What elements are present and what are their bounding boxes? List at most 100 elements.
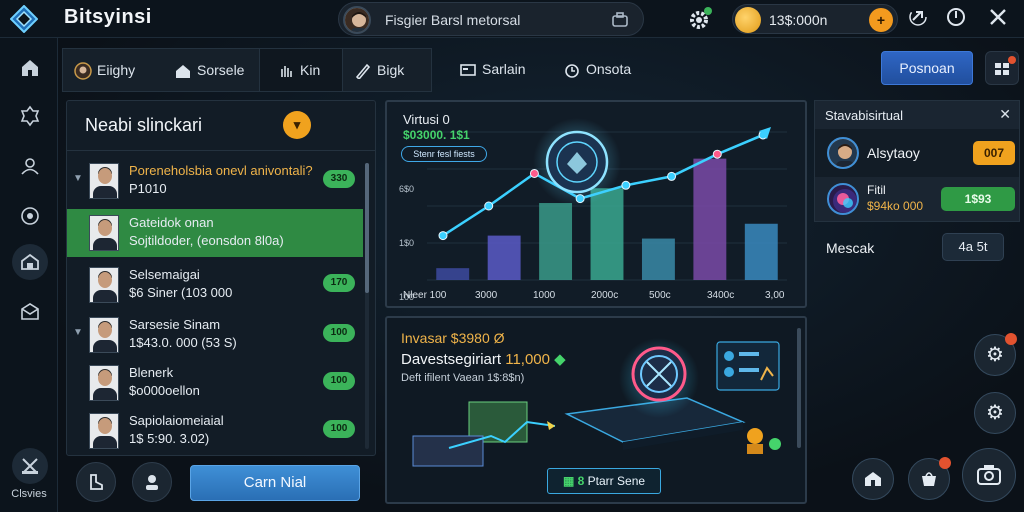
cta-button[interactable]: Carn Nial <box>190 465 360 501</box>
top-bar: Bitsyinsi Fisgier Barsl metorsal 13$:000… <box>0 0 1024 38</box>
chart-tag[interactable]: Stenr fesl fiests <box>401 146 487 162</box>
score-badge: 007 <box>973 141 1015 165</box>
list-item-subtitle: P1010 <box>129 181 167 196</box>
tab-label: Sorsele <box>197 62 245 78</box>
notification-dot <box>939 457 951 469</box>
user-profile-pill[interactable]: Fisgier Barsl metorsal <box>338 2 644 36</box>
chevron-down-icon[interactable]: ▼ <box>73 327 83 338</box>
chart-bar <box>590 188 624 280</box>
avatar <box>89 163 119 199</box>
list-item[interactable]: ▼ Sarsesie Sinam 1$43.0. 000 (53 S) 100 <box>67 311 363 359</box>
leaderboard-row[interactable]: Fitil $94ko 000 1$93 <box>815 177 1019 221</box>
gear-icon: ⚙ <box>986 344 1004 366</box>
cash-icon: ◆ <box>554 351 566 368</box>
boot-icon[interactable] <box>76 462 116 502</box>
settings-button[interactable]: ⚙ <box>974 392 1016 434</box>
leaderboard-name: Alsytaoy <box>867 145 920 161</box>
shop-button[interactable] <box>908 457 951 500</box>
nav-home-icon[interactable] <box>12 50 48 86</box>
chart-x-tick: 500c <box>649 290 671 301</box>
tab-onsota[interactable]: Onsota <box>562 48 662 90</box>
close-icon[interactable] <box>986 6 1010 30</box>
leaderboard-subvalue: $94ko 000 <box>867 199 924 213</box>
chevron-down-icon[interactable]: ▼ <box>73 173 83 184</box>
list-item[interactable]: Blenerk $o000oellon 100 <box>67 359 363 407</box>
chart-x-tick: 3400c <box>707 290 734 301</box>
hand-icon <box>276 49 296 91</box>
promo-line-2-text: Davestsegiriart <box>401 351 502 368</box>
scroll-thumb[interactable] <box>365 163 369 293</box>
pen-icon <box>353 49 373 91</box>
tab-home[interactable]: Sorsele <box>173 49 257 91</box>
coin-icon <box>735 7 761 33</box>
list-item[interactable]: Selsemaigai $6 Siner (103 000 170 <box>67 261 363 309</box>
list-item-subtitle: $6 Siner (103 000 <box>129 285 233 300</box>
chart-y-tick: 6$0 <box>399 184 414 194</box>
grid-menu-button[interactable] <box>985 51 1019 85</box>
list-item-selected[interactable]: Gateidok onan Sojtildoder, (eonsdon 8l0a… <box>67 209 363 257</box>
promo-line-1: Invasar $3980 Ø <box>401 330 505 346</box>
tab-sarlain[interactable]: Sarlain <box>458 48 558 90</box>
list-item-title: Sapiolaiomeiaial <box>129 413 224 428</box>
chart-point <box>621 180 631 190</box>
tab-label: Bigk <box>377 62 405 78</box>
status-badge: 170 <box>323 274 355 292</box>
link-icon[interactable] <box>906 6 930 30</box>
avatar <box>89 365 119 401</box>
wallet-balance[interactable]: 13$:000n + <box>732 4 898 34</box>
briefcase-icon[interactable] <box>611 11 629 29</box>
promo-line-2-value: 11,000 <box>505 351 550 368</box>
chart-x-tick: 2000c <box>591 290 618 301</box>
chart-bar <box>487 235 521 280</box>
status-badge: 100 <box>323 372 355 390</box>
list-item-subtitle: Sojtildoder, (eonsdon 8l0a) <box>129 233 284 248</box>
info-icon[interactable] <box>944 6 968 30</box>
add-funds-button[interactable]: + <box>869 8 893 32</box>
list-item-title: Gateidok onan <box>129 215 214 230</box>
close-icon[interactable]: ✕ <box>999 106 1011 123</box>
settings-badge-button[interactable]: ⚙ <box>974 333 1017 376</box>
camera-button[interactable] <box>962 448 1016 502</box>
settings-gear-icon[interactable] <box>686 5 714 33</box>
promo-action-button[interactable]: ▦ 8 Ptarr Sene <box>547 468 661 494</box>
list-item[interactable]: ▼ Poreneholsbia onevl anivontali? P1010 … <box>67 157 363 205</box>
list-item-title: Sarsesie Sinam <box>129 317 221 332</box>
list-icon <box>458 48 478 90</box>
leaderboard-title: Stavabisirtual <box>825 108 904 123</box>
list-item-subtitle: 1$ 5:90. 3.02) <box>129 431 210 446</box>
nav-badge-icon[interactable] <box>12 98 48 134</box>
leaderboard-row[interactable]: Alsytaoy 007 <box>815 131 1019 175</box>
primary-action-button[interactable]: Posnoan <box>881 51 973 85</box>
promo-line-2: Davestsegiriart 11,000 ◆ <box>401 350 566 368</box>
contacts-header: Neabi slinckari ▾ <box>67 101 375 151</box>
chart-bar <box>693 158 727 280</box>
tab-kin[interactable]: Kin <box>259 49 343 91</box>
tab-bigk[interactable]: Bigk <box>353 49 429 91</box>
person-icon[interactable] <box>132 462 172 502</box>
nav-mail-icon[interactable] <box>12 294 48 330</box>
tab-label: Eiighy <box>97 62 136 78</box>
home-button[interactable] <box>852 458 894 500</box>
list-scrollbar[interactable] <box>365 163 369 449</box>
avatar <box>89 413 119 449</box>
user-name: Fisgier Barsl metorsal <box>385 12 521 28</box>
nav-tools-icon[interactable] <box>12 448 48 484</box>
nav-target-icon[interactable] <box>12 198 48 234</box>
chart-title: Virtusi 0 <box>403 112 450 127</box>
dropdown-chevron-icon[interactable]: ▾ <box>283 111 311 139</box>
promo-button-label: Ptarr Sene <box>587 474 646 488</box>
chart-bar <box>539 203 573 280</box>
tab-profile[interactable]: Eiighy <box>73 49 157 91</box>
home-icon <box>865 472 881 486</box>
tab-bar-secondary: Sarlain Onsota <box>432 48 812 92</box>
nav-market-icon[interactable] <box>12 244 48 280</box>
nav-team-icon[interactable] <box>12 148 48 184</box>
user-avatar[interactable] <box>343 6 371 34</box>
mescak-value-button[interactable]: 4a 5t <box>942 233 1004 261</box>
orb-avatar-icon <box>827 183 859 215</box>
avatar <box>827 137 859 169</box>
status-badge: 100 <box>323 420 355 438</box>
list-item[interactable]: Sapiolaiomeiaial 1$ 5:90. 3.02) 100 <box>67 407 363 455</box>
left-nav: Clsvies <box>0 38 58 512</box>
clock-icon <box>562 48 582 90</box>
